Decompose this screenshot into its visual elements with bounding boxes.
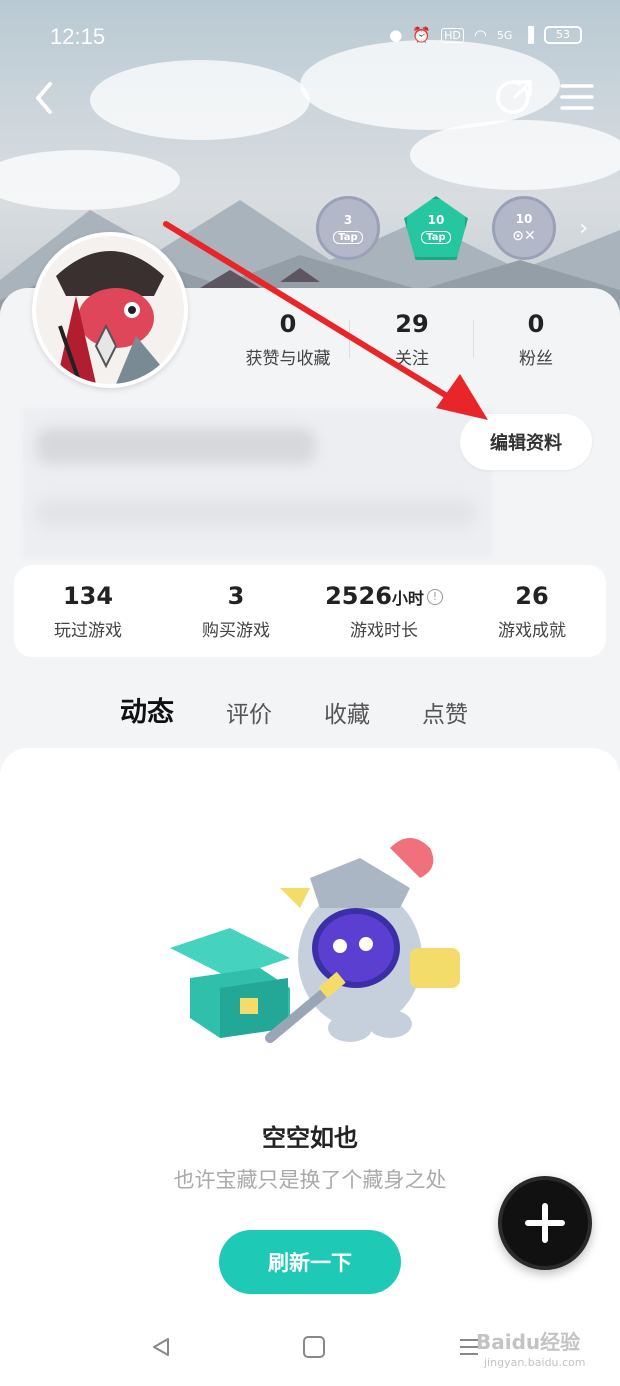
badge-level: 10 (427, 212, 445, 227)
profile-page: 12:15 ● ⏰ HD ◠ 5G ▐ 53 3 Tap 10 Tap 10 ⊙… (0, 0, 620, 1386)
stat-play-time[interactable]: 2526小时! 游戏时长 (310, 582, 458, 641)
back-arrow-icon[interactable] (28, 78, 64, 118)
stat-likes[interactable]: 0 获赞与收藏 (226, 310, 350, 369)
menu-icon[interactable] (560, 82, 594, 112)
refresh-button[interactable]: 刷新一下 (219, 1230, 401, 1294)
watermark-brand: Baidu经验 (476, 1330, 581, 1354)
chevron-right-icon[interactable]: › (579, 216, 588, 241)
status-time: 12:15 (50, 24, 106, 49)
status-icons: ● ⏰ HD ◠ 5G ▐ 53 (389, 26, 582, 44)
stat-achievements[interactable]: 26 游戏成就 (458, 582, 606, 641)
empty-state-title: 空空如也 (262, 1124, 358, 1152)
edit-profile-button[interactable]: 编辑资料 (460, 414, 592, 470)
status-bar: 12:15 ● ⏰ HD ◠ 5G ▐ 53 (0, 20, 620, 56)
badge-level: 10 (515, 212, 533, 226)
badge-level: 3 (343, 212, 353, 227)
network-label: 5G (496, 28, 513, 42)
stat-label: 游戏成就 (498, 620, 566, 641)
gamepad-icon: ⊙✕ (512, 228, 536, 244)
signal-icon: ▐ (522, 26, 534, 44)
system-back-icon[interactable] (150, 1336, 172, 1358)
stat-label: 游戏时长 (350, 620, 418, 641)
badge-item[interactable]: 10 Tap (404, 196, 468, 260)
battery-icon: 53 (544, 26, 582, 44)
stat-value: 29 (395, 310, 429, 338)
hd-label: HD (441, 27, 464, 43)
stat-value: 26 (515, 581, 549, 610)
tab-likes[interactable]: 点赞 (422, 695, 468, 729)
stat-following[interactable]: 29 关注 (350, 310, 474, 369)
avatar[interactable] (32, 232, 188, 388)
stat-games-bought[interactable]: 3 购买游戏 (162, 582, 310, 641)
profile-tabs: 动态 评价 收藏 点赞 (120, 690, 468, 731)
wifi-icon: ◠ (473, 26, 487, 44)
stat-value: 3 (227, 581, 245, 610)
system-home-icon[interactable] (303, 1336, 325, 1358)
avatar-image (36, 236, 184, 384)
stat-followers[interactable]: 0 粉丝 (474, 310, 598, 369)
tab-favorites[interactable]: 收藏 (324, 695, 370, 729)
watermark-url: jingyan.baidu.com (484, 1356, 586, 1369)
stat-games-played[interactable]: 134 玩过游戏 (14, 582, 162, 641)
stat-label: 购买游戏 (202, 620, 270, 641)
game-stats: 134 玩过游戏 3 购买游戏 2526小时! 游戏时长 26 游戏成就 (14, 565, 606, 657)
achievement-badges: 3 Tap 10 Tap 10 ⊙✕ (316, 196, 556, 260)
share-icon[interactable] (496, 78, 534, 116)
tab-reviews[interactable]: 评价 (226, 695, 272, 729)
stat-label: 玩过游戏 (54, 620, 122, 641)
badge-tag: Tap (333, 230, 363, 244)
plus-icon (525, 1203, 565, 1243)
badge-tag: Tap (421, 230, 451, 244)
create-post-button[interactable] (498, 1176, 592, 1270)
stat-value: 0 (527, 310, 545, 338)
stat-label: 获赞与收藏 (245, 349, 331, 369)
stat-unit: 小时 (391, 588, 424, 608)
tab-activity[interactable]: 动态 (120, 690, 174, 731)
badge-item[interactable]: 3 Tap (316, 196, 380, 260)
alarm-icon: ⏰ (412, 26, 432, 44)
info-icon[interactable]: ! (426, 588, 443, 605)
blurred-profile-info (22, 408, 492, 558)
stat-label: 关注 (395, 349, 429, 369)
empty-state-illustration (170, 838, 460, 1043)
drop-icon: ● (389, 26, 403, 44)
stat-label: 粉丝 (519, 349, 553, 369)
badge-item[interactable]: 10 ⊙✕ (492, 196, 556, 260)
stat-value: 0 (279, 310, 297, 338)
stat-value: 134 (62, 581, 114, 610)
profile-stats: 0 获赞与收藏 29 关注 0 粉丝 (226, 310, 598, 369)
stat-value: 2526 (325, 581, 392, 610)
